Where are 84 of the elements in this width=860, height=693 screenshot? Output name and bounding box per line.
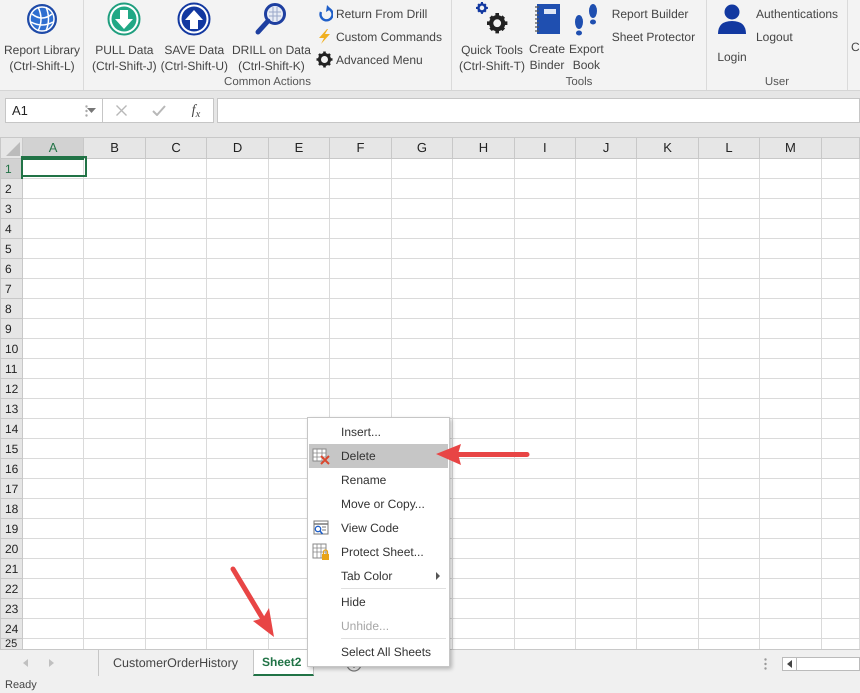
menu-item[interactable]: Rename <box>309 468 448 492</box>
gears-icon <box>475 2 509 36</box>
group-label: Common Actions <box>224 76 311 88</box>
ribbon-button[interactable]: Return From Drill <box>314 2 444 25</box>
row-header[interactable]: 9 <box>0 318 22 338</box>
menu-item[interactable]: Delete <box>309 444 448 468</box>
column-header[interactable]: E <box>268 138 330 158</box>
column-header[interactable]: L <box>698 138 760 158</box>
row-header[interactable]: 16 <box>0 458 22 478</box>
menu-item[interactable]: Move or Copy... <box>309 492 448 516</box>
scroll-right-icon[interactable] <box>49 659 54 667</box>
view-code-icon <box>312 519 330 537</box>
insert-function-button[interactable]: f$_{x}$ <box>192 100 200 121</box>
row-header[interactable]: 21 <box>0 558 22 578</box>
ribbon-button[interactable]: Report Builder <box>610 2 698 25</box>
column-header[interactable]: J <box>575 138 637 158</box>
row-header[interactable]: 7 <box>0 278 22 298</box>
row-header[interactable]: 11 <box>0 358 22 378</box>
column-header[interactable]: H <box>452 138 514 158</box>
row-header[interactable]: 13 <box>0 398 22 418</box>
ribbon-button[interactable]: Sheet Protector <box>610 25 698 48</box>
ribbon-button[interactable]: SAVE Data (Ctrl-Shift-U) <box>160 0 229 75</box>
pointer-arrow <box>230 566 274 637</box>
ribbon-button[interactable]: Authentications <box>754 2 840 25</box>
row-header[interactable]: 15 <box>0 438 22 458</box>
name-box[interactable]: A1 <box>5 98 103 123</box>
column-header[interactable]: B <box>84 138 146 158</box>
row-header[interactable]: 12 <box>0 378 22 398</box>
row-header[interactable]: 17 <box>0 478 22 498</box>
horizontal-scrollbar[interactable] <box>782 657 860 671</box>
row-header[interactable]: 3 <box>0 198 22 218</box>
submenu-arrow-icon <box>436 572 440 580</box>
formula-input[interactable] <box>217 98 860 123</box>
user-icon <box>715 2 749 36</box>
corner-triangle-icon <box>6 142 20 156</box>
ribbon-button[interactable]: Export Book <box>568 0 605 75</box>
delete-sheet-icon <box>312 447 330 465</box>
menu-item[interactable]: Tab Color <box>309 564 448 588</box>
cell-cursor <box>21 156 87 177</box>
menu-item[interactable]: View Code <box>309 516 448 540</box>
row-header[interactable]: 10 <box>0 338 22 358</box>
row-header[interactable]: 24 <box>0 618 22 638</box>
group-label: Tools <box>566 76 592 88</box>
ribbon-button[interactable]: Advanced Menu <box>314 48 444 71</box>
ribbon-button[interactable]: Custom Commands <box>314 25 444 48</box>
options-dots-icon[interactable] <box>764 658 767 670</box>
ribbon-button[interactable]: Quick Tools (Ctrl-Shift-T) <box>458 0 526 75</box>
column-header[interactable]: M <box>760 138 822 158</box>
group-label: User <box>764 76 790 88</box>
ribbon-button[interactable]: DRILL on Data (Ctrl-Shift-K) <box>231 0 312 75</box>
grip-icon[interactable] <box>85 105 88 117</box>
row-header[interactable]: 19 <box>0 518 22 538</box>
row-header[interactable]: 6 <box>0 258 22 278</box>
ribbon-button[interactable]: Create Binder <box>528 0 566 75</box>
column-header[interactable]: F <box>330 138 392 158</box>
row-header[interactable]: 20 <box>0 538 22 558</box>
row-header[interactable]: 18 <box>0 498 22 518</box>
row-header[interactable]: 1 <box>0 158 22 178</box>
protect-sheet-icon <box>312 543 330 561</box>
select-all-corner[interactable] <box>0 138 22 158</box>
row-header[interactable]: 25 <box>0 638 22 649</box>
menu-item[interactable]: Insert... <box>309 420 448 444</box>
row-header[interactable]: 14 <box>0 418 22 438</box>
row-header[interactable]: 8 <box>0 298 22 318</box>
column-header[interactable]: D <box>206 138 268 158</box>
row-header[interactable]: 4 <box>0 218 22 238</box>
ribbon-button[interactable]: Login <box>714 0 750 75</box>
column-header[interactable]: I <box>514 138 576 158</box>
sheet-tab[interactable]: Sheet2 <box>253 650 314 676</box>
ribbon-button[interactable]: Report Library (Ctrl-Shift-L) <box>3 0 82 75</box>
row-header[interactable]: 23 <box>0 598 22 618</box>
dropdown-caret-icon[interactable] <box>87 108 96 113</box>
ribbon-button[interactable]: C <box>851 38 860 75</box>
row-header[interactable]: 22 <box>0 578 22 598</box>
ribbon-button[interactable]: PULL Data (Ctrl-Shift-J) <box>91 0 158 75</box>
gear-icon <box>316 51 333 68</box>
row-header[interactable]: 5 <box>0 238 22 258</box>
ribbon-button[interactable]: Logout <box>754 25 840 48</box>
column-header[interactable]: C <box>145 138 207 158</box>
column-header[interactable]: G <box>391 138 453 158</box>
column-header[interactable]: K <box>636 138 698 158</box>
status-text: Ready <box>5 679 37 691</box>
menu-item[interactable]: Protect Sheet... <box>309 540 448 564</box>
row-header[interactable]: 2 <box>0 178 22 198</box>
